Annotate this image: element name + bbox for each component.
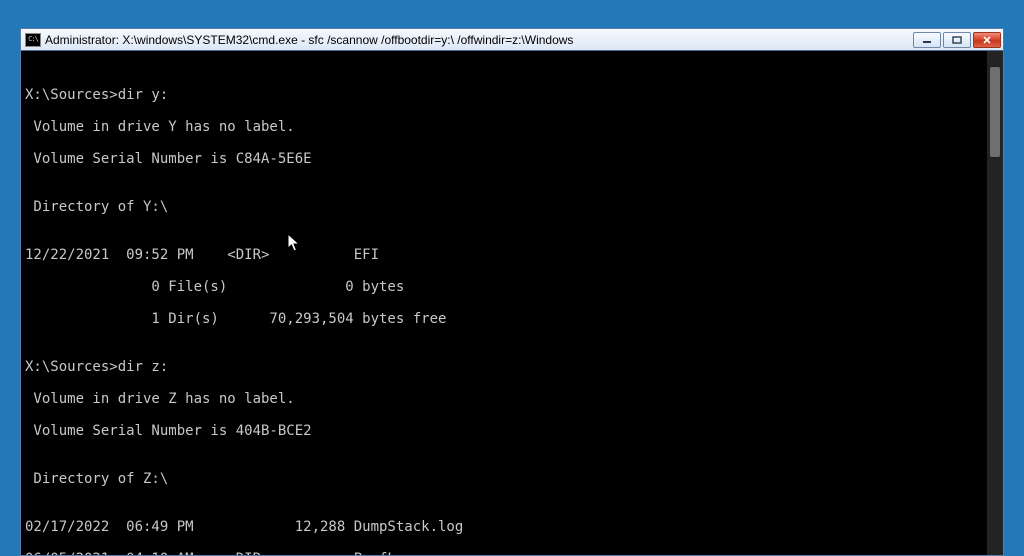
output-line: Directory of Z:\ bbox=[25, 471, 979, 487]
vertical-scrollbar[interactable] bbox=[986, 51, 1003, 555]
output-line: 0 File(s) 0 bytes bbox=[25, 279, 979, 295]
window-title: Administrator: X:\windows\SYSTEM32\cmd.e… bbox=[45, 33, 913, 47]
output-line: Volume in drive Z has no label. bbox=[25, 391, 979, 407]
close-button[interactable] bbox=[973, 32, 1001, 48]
cmd-window: C:\ Administrator: X:\windows\SYSTEM32\c… bbox=[20, 28, 1004, 556]
cmd-icon: C:\ bbox=[25, 33, 41, 47]
output-line: 02/17/2022 06:49 PM 12,288 DumpStack.log bbox=[25, 519, 979, 535]
scrollbar-thumb[interactable] bbox=[990, 67, 1000, 157]
console-output[interactable]: X:\Sources>dir y: Volume in drive Y has … bbox=[23, 51, 985, 555]
titlebar[interactable]: C:\ Administrator: X:\windows\SYSTEM32\c… bbox=[21, 29, 1003, 51]
output-line: 1 Dir(s) 70,293,504 bytes free bbox=[25, 311, 979, 327]
maximize-button[interactable] bbox=[943, 32, 971, 48]
output-line: 12/22/2021 09:52 PM <DIR> EFI bbox=[25, 247, 979, 263]
output-line: Volume Serial Number is 404B-BCE2 bbox=[25, 423, 979, 439]
minimize-button[interactable] bbox=[913, 32, 941, 48]
window-buttons bbox=[913, 32, 1001, 48]
cmd-icon-text: C:\ bbox=[28, 36, 38, 43]
output-line: X:\Sources>dir y: bbox=[25, 87, 979, 103]
output-line: Directory of Y:\ bbox=[25, 199, 979, 215]
output-line: Volume in drive Y has no label. bbox=[25, 119, 979, 135]
output-line: Volume Serial Number is C84A-5E6E bbox=[25, 151, 979, 167]
output-line: 06/05/2021 04:10 AM <DIR> PerfLogs bbox=[25, 551, 979, 555]
client-area: X:\Sources>dir y: Volume in drive Y has … bbox=[21, 51, 1003, 555]
output-line: X:\Sources>dir z: bbox=[25, 359, 979, 375]
